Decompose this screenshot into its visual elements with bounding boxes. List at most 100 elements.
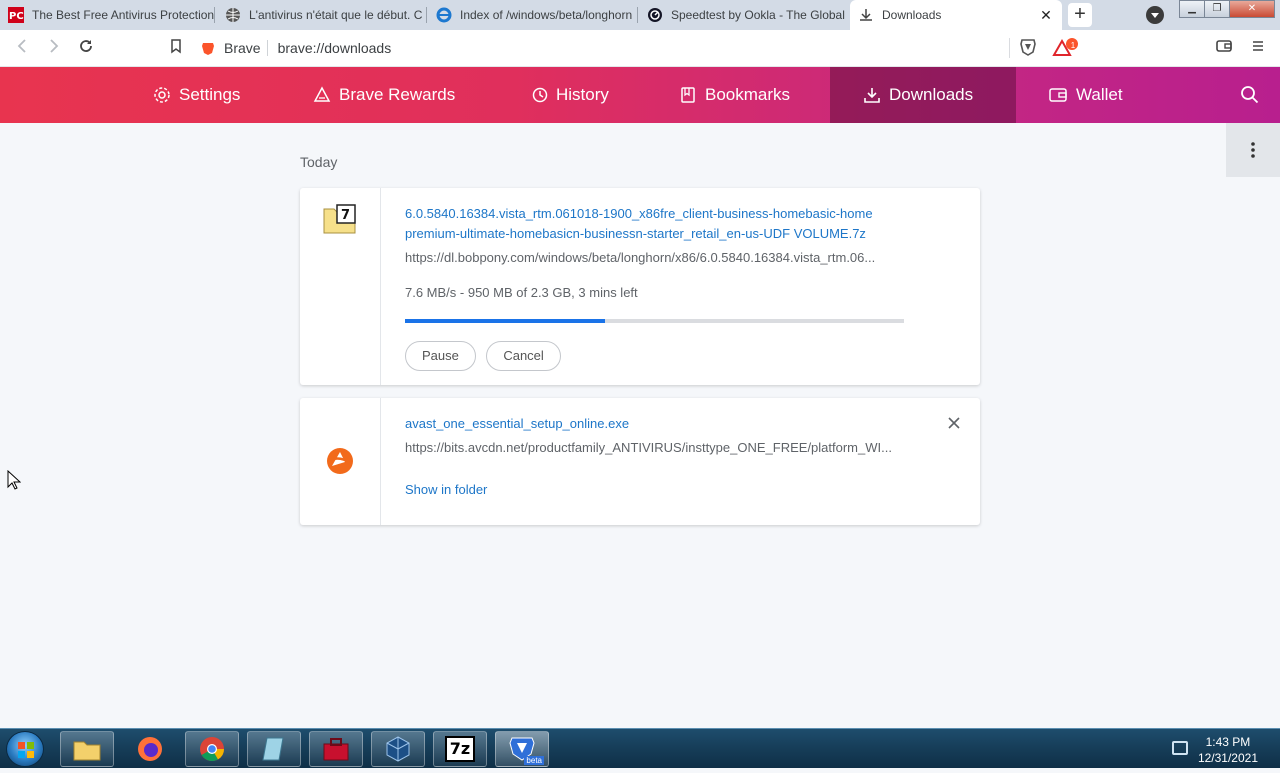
source-url: https://dl.bobpony.com/windows/beta/long… [405, 250, 876, 265]
7zip-icon: 7z [445, 736, 475, 762]
tab-title: Index of /windows/beta/longhorn [460, 8, 633, 22]
site-chip[interactable]: Brave [200, 40, 268, 56]
download-icon [858, 7, 874, 23]
mouse-cursor-icon [7, 470, 21, 490]
nav-downloads[interactable]: Downloads [830, 67, 1016, 123]
taskbar-notepad[interactable] [247, 731, 301, 767]
tab-title: Speedtest by Ookla - The Global [671, 8, 845, 22]
maximize-button[interactable]: ❐ [1204, 0, 1230, 18]
nav-brave-rewards[interactable]: Brave Rewards [313, 67, 455, 123]
download-icon [864, 88, 880, 103]
7z-archive-icon: 7 [323, 204, 356, 234]
close-icon[interactable]: ✕ [1038, 7, 1054, 23]
tab-index-longhorn[interactable]: Index of /windows/beta/longhorn [428, 0, 638, 30]
nav-label: Bookmarks [705, 85, 791, 104]
taskbar-explorer[interactable] [60, 731, 114, 767]
bookmark-button[interactable] [166, 38, 186, 58]
nav-bookmarks[interactable]: Bookmarks [679, 67, 790, 123]
speedtest-icon [647, 7, 663, 23]
nav-label: Downloads [889, 85, 974, 104]
tab-title: Downloads [882, 8, 942, 22]
taskbar-virtualbox[interactable] [371, 731, 425, 767]
file-name-link[interactable]: 6.0.5840.16384.vista_rtm.061018-1900_x86… [405, 204, 960, 244]
browser-toolbar: Brave brave://downloads 1 [0, 30, 1280, 67]
nav-history[interactable]: History [530, 67, 609, 123]
download-item: 7 6.0.5840.16384.vista_rtm.061018-1900_x… [300, 188, 980, 385]
source-url: https://bits.avcdn.net/productfamily_ANT… [405, 440, 892, 455]
explorer-icon [73, 741, 101, 761]
clock-time: 1:43 PM [1205, 735, 1251, 749]
date-section-heading: Today [300, 154, 338, 170]
tab-downloads[interactable]: Downloads ✕ [850, 0, 1062, 30]
virtualbox-icon [386, 736, 410, 762]
site-chip-label: Brave [224, 40, 261, 56]
progress-fill [405, 319, 605, 323]
back-button[interactable] [12, 38, 32, 58]
menu-button[interactable] [1248, 38, 1268, 58]
kebab-icon [1251, 142, 1255, 158]
download-status: 7.6 MB/s - 950 MB of 2.3 GB, 3 mins left [405, 285, 638, 300]
download-item: avast_one_essential_setup_online.exe htt… [300, 398, 980, 525]
url-text[interactable]: brave://downloads [278, 40, 392, 56]
reload-button[interactable] [76, 38, 96, 58]
start-button[interactable] [6, 731, 44, 767]
triangle-icon [313, 86, 331, 102]
nav-label: History [556, 85, 609, 104]
svg-text:PC: PC [9, 11, 24, 22]
hamburger-icon [1253, 41, 1263, 51]
show-in-folder-link[interactable]: Show in folder [405, 482, 960, 497]
bookmark-outline-icon [171, 39, 181, 54]
taskbar-brave-beta[interactable]: beta [495, 731, 549, 767]
nav-label: Wallet [1076, 85, 1123, 104]
forward-button[interactable] [44, 38, 64, 58]
wallet-button[interactable] [1214, 38, 1234, 58]
system-tray: 1:43 PM 12/31/2021 [1160, 729, 1280, 769]
gear-icon [154, 87, 170, 103]
new-tab-button[interactable]: + [1068, 3, 1092, 27]
network-icon[interactable] [1172, 741, 1188, 755]
search-button[interactable] [1240, 85, 1260, 110]
ie-icon [436, 7, 452, 23]
more-actions-button[interactable] [1226, 123, 1280, 177]
svg-text:7: 7 [341, 208, 350, 223]
bookmark-icon [681, 87, 695, 103]
rewards-badge: 1 [1070, 41, 1076, 50]
tab-speedtest[interactable]: Speedtest by Ookla - The Global [639, 0, 849, 30]
shield-icon [1020, 39, 1036, 56]
pause-button[interactable]: Pause [405, 341, 476, 371]
globe-icon [225, 7, 241, 23]
nav-wallet[interactable]: Wallet [1048, 67, 1123, 123]
beta-label: beta [524, 756, 544, 765]
forward-arrow-icon [50, 39, 59, 53]
chrome-icon [200, 737, 224, 762]
remove-item-button[interactable] [948, 416, 960, 434]
taskbar-firefox[interactable] [123, 731, 177, 767]
settings-nav-bar: Settings Brave Rewards History Bookmarks… [0, 67, 1280, 123]
tab-search-icon[interactable] [1146, 6, 1164, 24]
nav-settings[interactable]: Settings [153, 67, 240, 123]
nav-label: Brave Rewards [339, 85, 456, 104]
cancel-button[interactable]: Cancel [486, 341, 561, 371]
tab-title: L'antivirus n'était que le début. C [249, 8, 423, 22]
close-icon [948, 417, 960, 429]
wallet-icon [1216, 40, 1232, 52]
file-name-link[interactable]: avast_one_essential_setup_online.exe [405, 414, 960, 434]
download-progress-bar [405, 319, 904, 323]
reload-icon [80, 40, 92, 52]
window-close-button[interactable]: ✕ [1229, 0, 1275, 18]
wallet-icon [1049, 88, 1067, 102]
windows-taskbar: 7z beta 1:43 PM 12/31/2021 [0, 728, 1280, 768]
address-bar[interactable]: Brave brave://downloads [200, 34, 1010, 62]
brave-rewards-button[interactable]: 1 [1052, 38, 1078, 58]
system-clock[interactable]: 1:43 PM 12/31/2021 [1198, 734, 1258, 766]
notepad-icon [262, 737, 284, 761]
tab-avast-fr[interactable]: L'antivirus n'était que le début. C [217, 0, 427, 30]
clock-date: 12/31/2021 [1197, 751, 1258, 765]
brave-shields-button[interactable] [1018, 38, 1038, 58]
taskbar-chrome[interactable] [185, 731, 239, 767]
tab-title: The Best Free Antivirus Protection [32, 8, 215, 22]
minimize-button[interactable]: ▁ [1179, 0, 1205, 18]
tab-antivirus[interactable]: PC The Best Free Antivirus Protection [0, 0, 215, 30]
taskbar-7zip[interactable]: 7z [433, 731, 487, 767]
taskbar-toolbox[interactable] [309, 731, 363, 767]
